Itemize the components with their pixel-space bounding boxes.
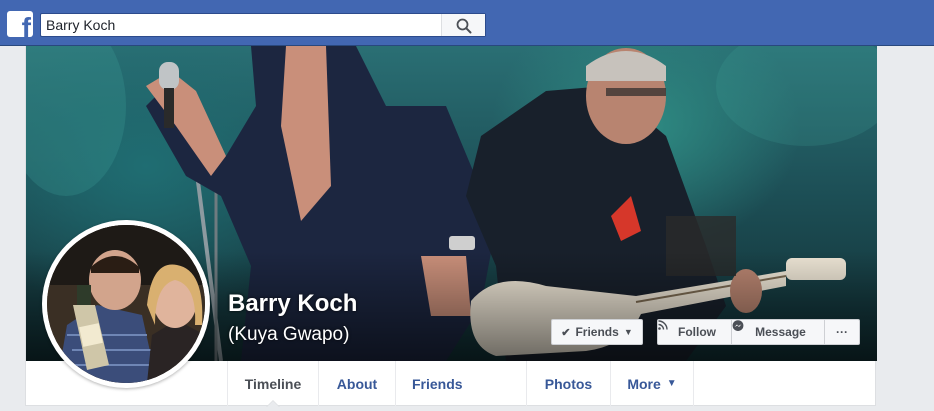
tab-photos[interactable]: Photos [527, 361, 611, 406]
avatar[interactable] [42, 220, 210, 388]
profile-nav: Timeline About Friends Photos More ▼ [227, 361, 877, 407]
tab-timeline-label: Timeline [244, 375, 302, 392]
profile-nickname: (Kuya Gwapo) [228, 324, 350, 345]
follow-button[interactable]: Follow [657, 319, 732, 345]
facebook-logo-letter: f [21, 12, 31, 38]
profile-name[interactable]: Barry Koch [228, 290, 357, 318]
checkmark-icon: ✔ [561, 326, 571, 339]
more-options-icon: ··· [836, 325, 848, 339]
more-options-button[interactable]: ··· [825, 319, 860, 345]
top-navigation-bar: f [0, 0, 934, 46]
chevron-down-icon: ▼ [623, 327, 633, 337]
chevron-down-icon: ▼ [666, 378, 677, 389]
message-button-label: Message [755, 325, 806, 339]
tab-more-label: More [627, 375, 661, 392]
active-tab-indicator [266, 400, 280, 407]
profile-picture [47, 225, 205, 383]
friends-button[interactable]: ✔ Friends ▼ [551, 319, 643, 345]
profile-card: Barry Koch (Kuya Gwapo) ✔ Friends ▼ Foll… [25, 46, 877, 407]
facebook-logo-icon[interactable]: f [7, 11, 33, 37]
tab-photos-label: Photos [544, 375, 593, 392]
follow-button-label: Follow [678, 325, 716, 339]
friends-button-label: Friends [575, 325, 619, 339]
search-icon [456, 18, 472, 34]
tab-about[interactable]: About [319, 361, 396, 406]
profile-picture-illustration [47, 225, 205, 383]
tab-friends[interactable]: Friends [396, 361, 527, 406]
search-input[interactable] [41, 14, 441, 36]
tab-about-label: About [336, 375, 378, 392]
tab-more[interactable]: More ▼ [611, 361, 694, 406]
search-button[interactable] [441, 14, 485, 36]
tab-timeline[interactable]: Timeline [227, 361, 319, 407]
message-button[interactable]: Message [732, 319, 825, 345]
tab-friends-label: Friends [412, 375, 463, 392]
search-box [40, 13, 486, 37]
